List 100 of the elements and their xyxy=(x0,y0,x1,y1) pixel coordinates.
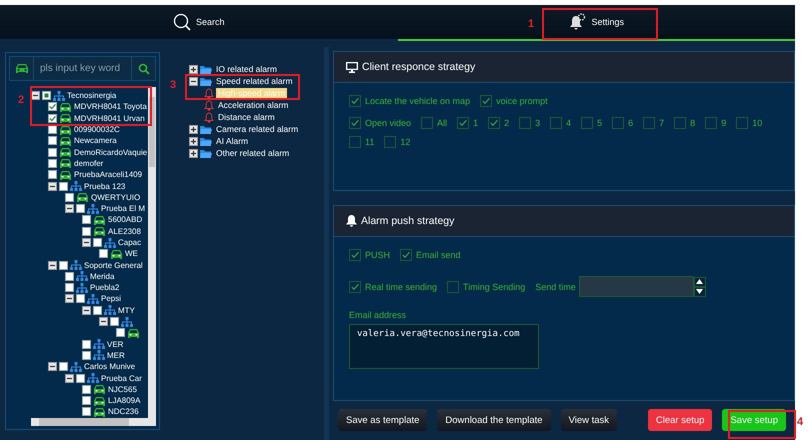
checkbox[interactable] xyxy=(48,102,57,112)
expand-icon[interactable] xyxy=(189,148,198,158)
vehicle-name[interactable]: MDVRH8041 Toyota xyxy=(74,102,147,112)
group-name[interactable]: Pepsi xyxy=(101,294,122,304)
checkbox[interactable] xyxy=(76,204,85,214)
action-button[interactable]: Download the template xyxy=(437,409,551,431)
vehicle-name[interactable]: NDC236 xyxy=(108,407,139,416)
collapse-icon[interactable] xyxy=(82,238,91,247)
group-name[interactable]: VER xyxy=(107,340,124,349)
checkbox[interactable] xyxy=(612,117,624,129)
checkbox[interactable] xyxy=(82,384,91,394)
collapse-icon[interactable] xyxy=(48,362,57,372)
email-field[interactable]: valeria.vera@tecnosinergia.com xyxy=(349,324,539,369)
collapse-icon[interactable] xyxy=(48,182,57,191)
increment-button[interactable] xyxy=(694,276,706,286)
checkbox[interactable] xyxy=(349,95,361,107)
checkbox[interactable] xyxy=(59,362,68,372)
checkbox[interactable] xyxy=(76,374,85,383)
checkbox[interactable] xyxy=(349,280,361,292)
clear-button[interactable]: Clear setup xyxy=(648,409,712,431)
alarm-type-item[interactable]: Camera related alarm xyxy=(214,124,300,134)
checkbox[interactable] xyxy=(447,280,460,292)
checkbox[interactable] xyxy=(82,407,91,416)
vehicle-name[interactable]: ALE2308 xyxy=(108,226,141,236)
expand-icon[interactable] xyxy=(189,136,198,146)
alarm-type-item[interactable]: Distance alarm xyxy=(216,112,277,122)
vertical-scrollbar[interactable] xyxy=(148,87,156,418)
action-button[interactable]: View task xyxy=(560,409,618,431)
checkbox[interactable] xyxy=(65,192,74,202)
checkbox[interactable] xyxy=(550,117,562,129)
collapse-icon[interactable] xyxy=(65,294,74,304)
vehicle-name[interactable]: LJA809A xyxy=(108,396,140,406)
collapse-icon[interactable] xyxy=(65,204,74,214)
collapse-icon[interactable] xyxy=(99,317,108,326)
vehicle-name[interactable]: QWERTYUIO xyxy=(91,192,140,202)
collapse-icon[interactable] xyxy=(48,260,57,270)
checkbox[interactable] xyxy=(48,148,57,157)
checkbox[interactable] xyxy=(643,117,656,129)
checkbox[interactable] xyxy=(488,117,500,129)
checkbox[interactable] xyxy=(65,283,74,292)
collapse-icon[interactable] xyxy=(82,306,91,315)
checkbox[interactable] xyxy=(59,182,68,191)
send-time-field[interactable] xyxy=(578,276,694,297)
horizontal-scrollbar[interactable] xyxy=(31,418,156,426)
checkbox[interactable] xyxy=(48,114,57,123)
alarm-type-item[interactable]: AI Alarm xyxy=(214,136,250,146)
vehicle-name[interactable]: 5600ABD xyxy=(108,215,142,224)
group-name[interactable]: MER xyxy=(107,350,125,360)
expand-icon[interactable] xyxy=(189,124,198,134)
alarm-type-item[interactable]: Acceleration alarm xyxy=(216,100,290,110)
checkbox[interactable] xyxy=(59,260,68,270)
checkbox[interactable] xyxy=(48,170,57,180)
alarm-type-item[interactable]: Other related alarm xyxy=(214,148,292,158)
checkbox[interactable] xyxy=(82,396,91,406)
checkbox[interactable] xyxy=(82,226,91,236)
expand-icon[interactable] xyxy=(189,64,198,74)
checkbox[interactable] xyxy=(519,117,532,129)
action-button[interactable]: Save as template xyxy=(338,409,428,431)
group-name[interactable]: Carlos Munive xyxy=(84,362,136,372)
collapse-icon[interactable] xyxy=(65,374,74,383)
group-name[interactable]: Merida xyxy=(90,272,114,281)
checkbox[interactable] xyxy=(82,340,91,349)
vehicle-name[interactable]: WE xyxy=(125,249,138,258)
checkbox[interactable] xyxy=(93,306,102,315)
group-name[interactable]: MTY xyxy=(118,306,135,315)
checkbox[interactable] xyxy=(674,117,686,129)
group-name[interactable]: Soporte General xyxy=(84,260,143,270)
checkbox[interactable] xyxy=(48,136,57,146)
group-name[interactable]: Tecnosinergia xyxy=(67,91,116,100)
checkbox[interactable] xyxy=(480,95,492,107)
vehicle-name[interactable]: MDVRH8041 Urvan xyxy=(74,114,145,123)
checkbox[interactable] xyxy=(400,249,412,261)
checkbox[interactable] xyxy=(581,117,594,129)
checkbox[interactable] xyxy=(457,117,470,129)
checkbox[interactable] xyxy=(110,317,119,326)
vehicle-name[interactable]: PruebaAraceli1409 xyxy=(74,170,142,180)
checkbox[interactable] xyxy=(76,294,85,304)
collapse-icon[interactable] xyxy=(31,91,40,100)
checkbox[interactable] xyxy=(116,328,125,338)
checkbox[interactable] xyxy=(82,215,91,224)
group-name[interactable]: Prueba Car xyxy=(101,374,142,383)
alarm-type-item[interactable]: IO related alarm xyxy=(214,64,279,74)
vehicle-name[interactable]: 009900032C xyxy=(74,125,120,134)
vehicle-name[interactable]: demofer xyxy=(74,158,104,168)
checkbox[interactable] xyxy=(349,136,361,148)
checkbox[interactable] xyxy=(705,117,718,129)
alarm-type-item[interactable]: Speed related alarm xyxy=(214,76,295,86)
checkbox[interactable] xyxy=(93,238,102,247)
vehicle-name[interactable]: NJC565 xyxy=(108,384,137,394)
checkbox[interactable] xyxy=(421,117,434,129)
checkbox[interactable] xyxy=(349,117,361,129)
checkbox[interactable] xyxy=(82,350,91,360)
checkbox[interactable] xyxy=(736,117,748,129)
checkbox[interactable] xyxy=(65,272,74,281)
checkbox[interactable] xyxy=(48,158,57,168)
group-name[interactable]: Puebla2 xyxy=(90,283,120,292)
checkbox[interactable] xyxy=(48,125,57,134)
collapse-icon[interactable] xyxy=(189,76,198,86)
vehicle-name[interactable]: DemoRicardoVaquie xyxy=(74,148,148,157)
group-name[interactable]: Prueba 123 xyxy=(84,182,126,191)
